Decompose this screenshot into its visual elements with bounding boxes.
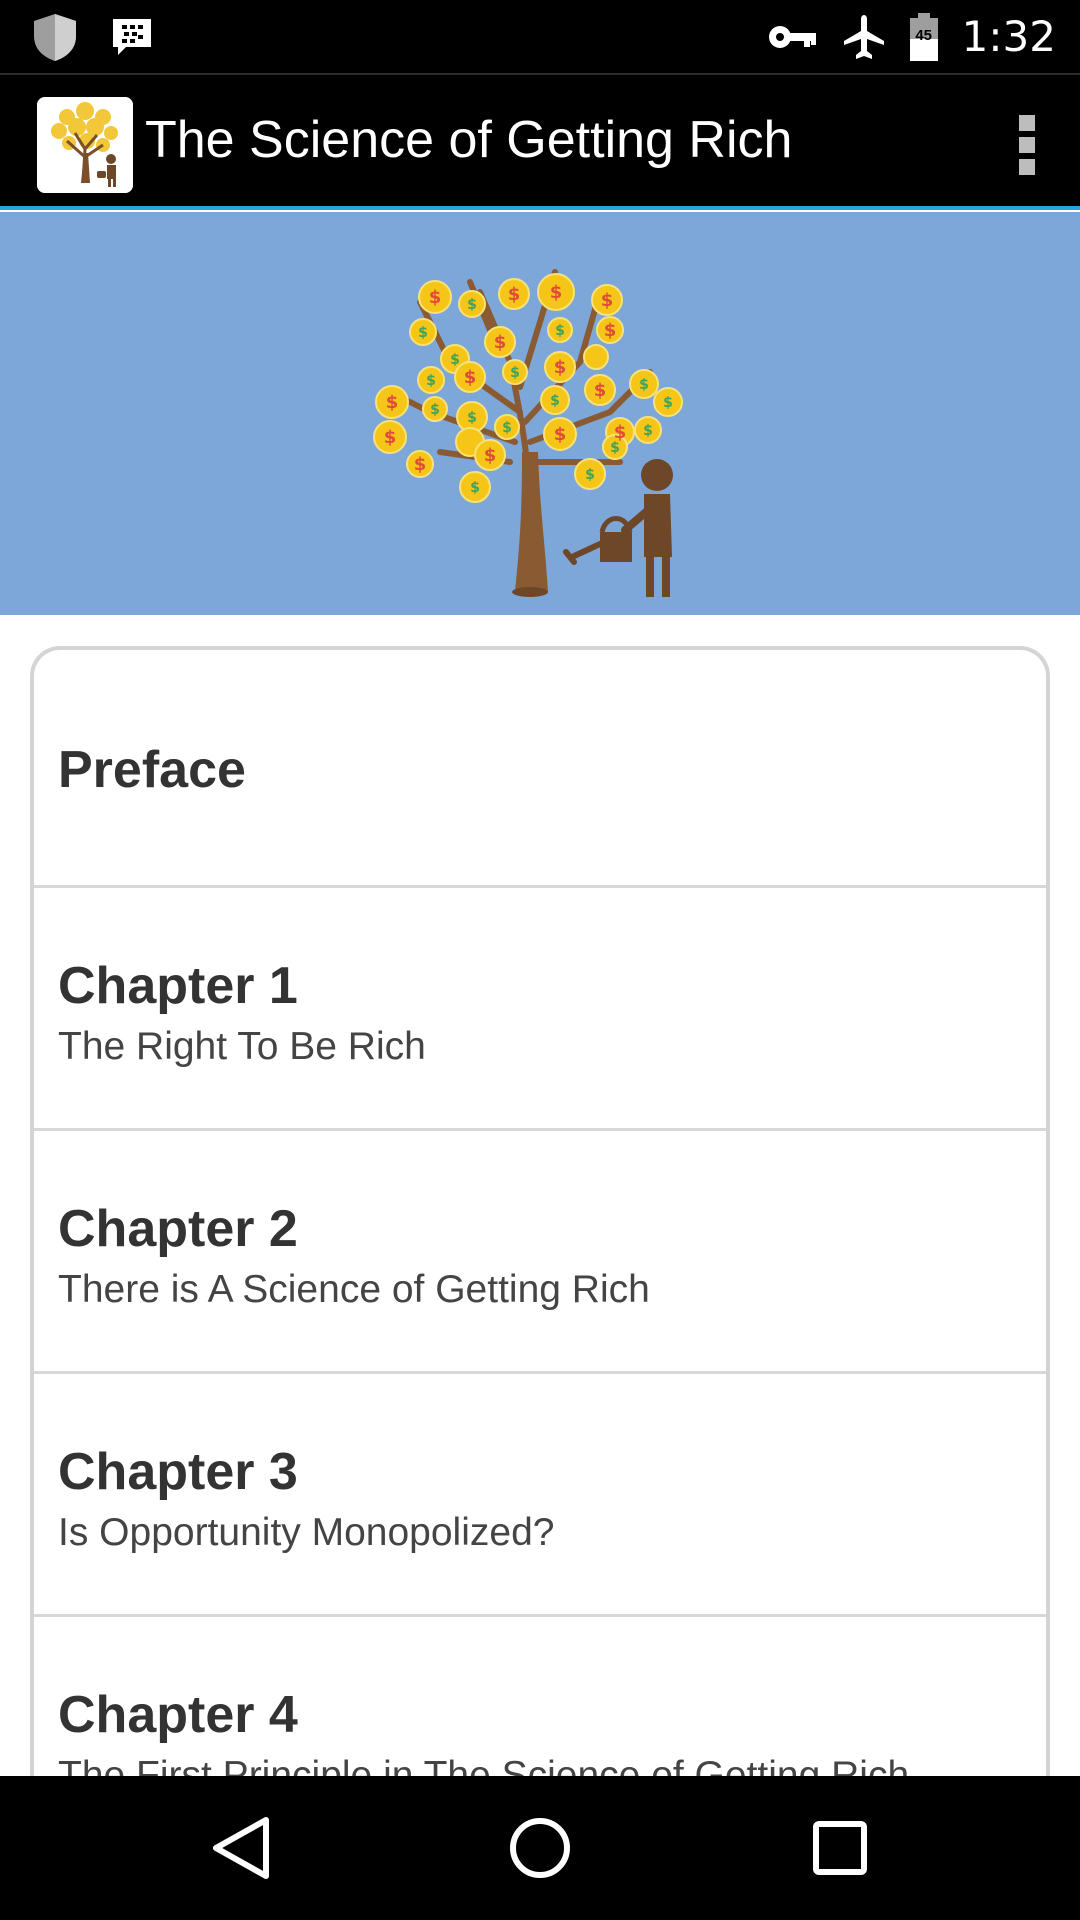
list-item-chapter-1[interactable]: Chapter 1 The Right To Be Rich [34,888,1046,1131]
svg-text:$: $ [554,357,567,378]
money-tree-illustration: $ $ $ $ $$$ $ $$$ $ $$$ $$$$ $ $$$ $$ $$ $$$$ [373,269,683,597]
svg-text:$: $ [601,290,614,311]
chapter-list: Preface Chapter 1 The Right To Be Rich C… [30,646,1050,1776]
battery-level-text: 45 [915,26,933,44]
airplane-mode-icon [843,14,884,59]
vpn-key-icon [768,25,816,48]
svg-text:$: $ [510,365,520,381]
chapter-title: Preface [58,741,246,799]
app-action-bar: The Science of Getting Rich [0,73,1080,210]
svg-text:$: $ [414,454,427,475]
chapter-subtitle: Is Opportunity Monopolized? [58,1511,555,1554]
list-item-chapter-2[interactable]: Chapter 2 There is A Science of Getting … [34,1131,1046,1374]
svg-text:$: $ [554,424,567,445]
system-nav-bar [0,1776,1080,1920]
status-right-icons: 45 1:32 [768,0,1056,73]
back-icon[interactable] [200,1808,280,1888]
recents-icon[interactable] [800,1808,880,1888]
svg-text:$: $ [550,393,560,409]
svg-text:$: $ [508,284,521,305]
battery-icon: 45 [909,12,938,61]
svg-text:$: $ [555,323,565,339]
svg-text:$: $ [594,380,607,401]
svg-text:$: $ [386,392,399,413]
app-logo [37,97,133,193]
svg-text:$: $ [429,287,442,308]
svg-text:$: $ [470,480,480,496]
overflow-menu-icon[interactable] [1014,115,1040,175]
list-item-chapter-3[interactable]: Chapter 3 Is Opportunity Monopolized? [34,1374,1046,1617]
shield-icon [34,14,76,61]
list-item-preface[interactable]: Preface [34,650,1046,888]
money-tree-logo-icon [37,97,133,193]
svg-text:$: $ [663,395,673,411]
status-time: 1:32 [961,12,1056,61]
svg-text:$: $ [450,352,460,368]
svg-text:$: $ [643,423,653,439]
svg-text:$: $ [639,377,649,393]
chapter-subtitle: There is A Science of Getting Rich [58,1268,650,1311]
chapter-subtitle: The Right To Be Rich [58,1025,426,1068]
chapter-title: Chapter 2 [58,1200,298,1258]
svg-text:$: $ [464,367,477,388]
svg-text:$: $ [467,297,477,313]
app-title: The Science of Getting Rich [145,111,793,169]
svg-text:$: $ [384,427,397,448]
blackberry-messenger-icon [113,19,151,55]
banner: $ $ $ $ $ $ $ $ $ $ $ $ $ $ $ $ $ $ $ $ $ $ $ $ $ $ $ $ $ $ $ [0,212,1080,615]
svg-text:$: $ [494,332,507,353]
svg-text:$: $ [467,410,477,426]
svg-text:$: $ [430,402,440,418]
list-item-chapter-4[interactable]: Chapter 4 The First Principle in The Sci… [34,1617,1046,1776]
home-icon[interactable] [500,1808,580,1888]
status-left-icons [30,12,154,62]
svg-text:$: $ [604,320,617,341]
svg-text:$: $ [418,325,428,341]
chapter-subtitle: The First Principle in The Science of Ge… [58,1754,910,1776]
svg-text:$: $ [484,445,497,466]
svg-text:$: $ [610,440,620,456]
svg-text:$: $ [426,373,436,389]
chapter-title: Chapter 1 [58,957,298,1015]
svg-text:$: $ [550,282,563,303]
chapter-title: Chapter 4 [58,1686,298,1744]
svg-text:$: $ [502,420,512,436]
chapter-title: Chapter 3 [58,1443,298,1501]
status-bar: 45 1:32 [0,0,1080,73]
svg-text:$: $ [585,467,595,483]
